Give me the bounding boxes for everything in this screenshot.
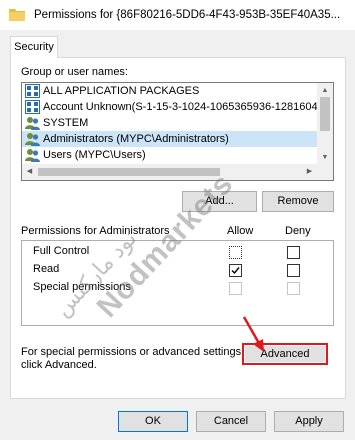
full-control-deny-checkbox[interactable] [287, 246, 300, 259]
permission-name: Special permissions [33, 281, 131, 293]
add-button[interactable]: Add... [182, 191, 257, 212]
tab-security[interactable]: Security [10, 36, 58, 58]
scroll-left-icon[interactable]: ◀ [22, 164, 37, 180]
cancel-button-label: Cancel [213, 415, 249, 427]
permission-name: Read [33, 263, 60, 275]
list-item-label: SYSTEM [43, 117, 89, 129]
packages-grid-icon [25, 84, 40, 98]
remove-button-label: Remove [277, 195, 319, 207]
apply-button[interactable]: Apply [274, 411, 344, 432]
advanced-note-line1: For special permissions or advanced sett… [21, 346, 245, 358]
list-item[interactable]: Users (MYPC\Users) [22, 147, 318, 163]
apply-button-label: Apply [295, 415, 323, 427]
list-item[interactable]: Account Unknown(S-1-15-3-1024-1065365936… [22, 99, 318, 115]
permissions-header: Permissions for Administrators [21, 225, 170, 237]
users-group-icon [25, 149, 40, 162]
checkmark-icon [231, 267, 240, 275]
read-allow-checkbox[interactable] [229, 264, 242, 277]
scroll-down-icon[interactable]: ▼ [317, 150, 333, 165]
ok-button[interactable]: OK [118, 411, 188, 432]
vertical-scrollbar[interactable]: ▲ ▼ [317, 83, 333, 165]
list-item-label: Administrators (MYPC\Administrators) [43, 133, 229, 145]
ok-button-label: OK [145, 415, 161, 427]
cancel-button[interactable]: Cancel [196, 411, 266, 432]
deny-header: Deny [285, 225, 311, 237]
special-deny-checkbox [287, 282, 300, 295]
advanced-note-line2: click Advanced. [21, 359, 97, 371]
read-deny-checkbox[interactable] [287, 264, 300, 277]
horizontal-scrollbar[interactable]: ◀ ▶ [22, 164, 333, 180]
scroll-thumb-horizontal[interactable] [38, 168, 220, 176]
users-group-icon [25, 133, 40, 146]
full-control-allow-checkbox[interactable] [229, 246, 242, 259]
folder-icon [9, 9, 25, 21]
special-allow-checkbox [229, 282, 242, 295]
permission-row: Special permissions [22, 279, 335, 297]
scroll-corner [317, 164, 333, 180]
title-bar: Permissions for {86F80216-5DD6-4F43-953B… [0, 0, 355, 30]
list-item[interactable]: ALL APPLICATION PACKAGES [22, 83, 318, 99]
scroll-up-icon[interactable]: ▲ [317, 83, 333, 98]
group-user-list[interactable]: ALL APPLICATION PACKAGES Account Unknown… [21, 82, 334, 181]
list-item-label: ALL APPLICATION PACKAGES [43, 85, 200, 97]
packages-grid-icon [25, 100, 40, 114]
permission-name: Full Control [33, 245, 90, 257]
list-item-selected[interactable]: Administrators (MYPC\Administrators) [22, 131, 318, 147]
list-item-label: Users (MYPC\Users) [43, 149, 146, 161]
scroll-right-icon[interactable]: ▶ [302, 164, 317, 180]
window-title: Permissions for {86F80216-5DD6-4F43-953B… [34, 9, 341, 21]
add-button-label: Add... [205, 195, 234, 207]
list-item-label: Account Unknown(S-1-15-3-1024-1065365936… [43, 101, 318, 113]
users-group-icon [25, 117, 40, 130]
permission-row: Read [22, 261, 335, 279]
groups-label: Group or user names: [21, 66, 128, 78]
annotation-arrow-icon [242, 316, 264, 352]
permissions-list: Full Control Read Special permissions [21, 240, 334, 326]
scroll-thumb[interactable] [320, 97, 330, 131]
remove-button[interactable]: Remove [262, 191, 334, 212]
groups-label-text: Group or user names: [21, 66, 128, 78]
permission-row: Full Control [22, 243, 335, 261]
list-item[interactable]: SYSTEM [22, 115, 318, 131]
tab-label: Security [14, 41, 54, 53]
allow-header: Allow [227, 225, 254, 237]
